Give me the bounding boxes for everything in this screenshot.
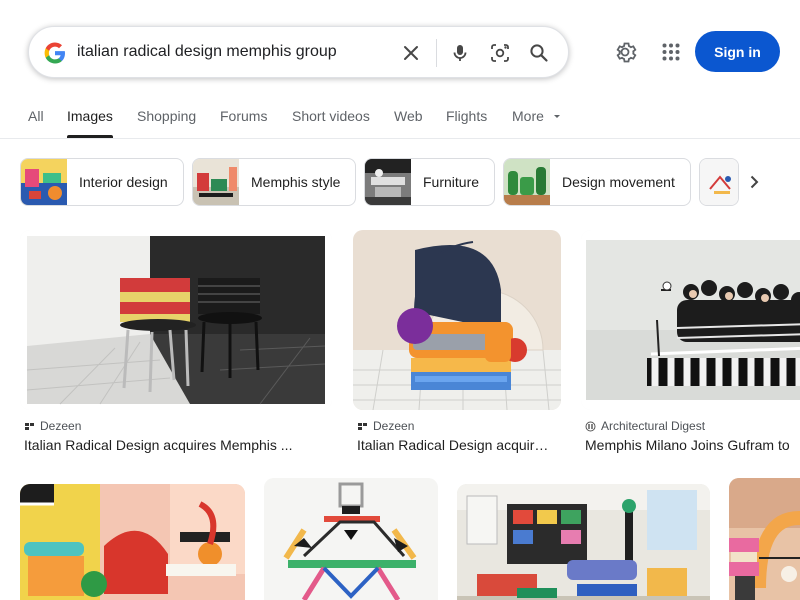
result-image-graphic (581, 230, 800, 410)
dezeen-favicon-icon (24, 420, 35, 432)
image-result[interactable]: Dezeen Italian Radical Design acquires M… (20, 230, 332, 460)
result-title[interactable]: Italian Radical Design acquir… (357, 437, 557, 453)
tab-images[interactable]: Images (67, 108, 113, 124)
sign-in-button[interactable]: Sign in (695, 31, 780, 72)
chip-label: Memphis style (251, 174, 341, 190)
chip-thumbnail (504, 159, 550, 205)
chip-design-movement[interactable]: Design movement (503, 158, 691, 206)
result-source-name: Dezeen (373, 419, 415, 433)
result-title[interactable]: Memphis Milano Joins Gufram to (585, 437, 800, 453)
lens-icon[interactable] (487, 40, 513, 66)
google-g-icon[interactable] (42, 40, 68, 66)
result-image-graphic (729, 478, 800, 600)
chip-thumbnail (193, 159, 239, 205)
tab-more-label: More (512, 108, 544, 124)
result-image-graphic (20, 230, 332, 410)
result-image[interactable] (20, 230, 332, 410)
result-image[interactable] (457, 484, 710, 600)
tab-flights[interactable]: Flights (446, 108, 487, 124)
tab-short-videos[interactable]: Short videos (292, 108, 370, 124)
tab-shopping[interactable]: Shopping (137, 108, 196, 124)
search-icon[interactable] (526, 40, 552, 66)
search-divider (436, 39, 437, 67)
image-result[interactable]: Dezeen Italian Radical Design acquir… (353, 230, 561, 460)
result-source-name: Dezeen (40, 419, 82, 433)
result-source: Architectural Digest (585, 419, 705, 433)
tab-more[interactable]: More (512, 108, 562, 124)
chevron-right-icon[interactable] (742, 170, 766, 194)
result-image[interactable] (729, 478, 800, 600)
image-result[interactable]: Architectural Digest Memphis Milano Join… (581, 230, 800, 460)
dropdown-caret-icon (553, 115, 560, 118)
chip-interior-design[interactable]: Interior design (20, 158, 184, 206)
chip-label: Furniture (423, 174, 480, 190)
tab-forums[interactable]: Forums (220, 108, 267, 124)
result-title[interactable]: Italian Radical Design acquires Memphis … (24, 437, 324, 453)
search-input[interactable]: italian radical design memphis group (77, 43, 337, 61)
clear-icon[interactable] (398, 40, 424, 66)
result-image[interactable] (264, 478, 438, 600)
dezeen-favicon-icon (357, 420, 368, 432)
chip-label: Interior design (79, 174, 168, 190)
result-image[interactable] (581, 230, 800, 410)
tab-web[interactable]: Web (394, 108, 423, 124)
result-image-graphic (457, 484, 710, 600)
mic-icon[interactable] (447, 40, 473, 66)
result-source: Dezeen (357, 419, 414, 433)
result-image[interactable] (20, 484, 245, 600)
tab-all[interactable]: All (28, 108, 44, 124)
result-source-name: Architectural Digest (601, 419, 706, 433)
chip-label: Design movement (562, 174, 675, 190)
search-box[interactable]: italian radical design memphis group (28, 26, 569, 78)
result-image-graphic (264, 478, 438, 600)
result-image-graphic (353, 230, 561, 410)
apps-grid-icon[interactable] (657, 38, 685, 66)
chip-memphis-style[interactable]: Memphis style (192, 158, 356, 206)
chip-thumbnail (365, 159, 411, 205)
result-source: Dezeen (24, 419, 81, 433)
gear-icon[interactable] (611, 38, 639, 66)
chip-thumbnail (700, 159, 738, 205)
chip-furniture[interactable]: Furniture (364, 158, 495, 206)
image-result[interactable] (264, 478, 438, 600)
result-image-graphic (20, 484, 245, 600)
ad-favicon-icon (585, 421, 596, 431)
image-result[interactable] (20, 484, 245, 600)
image-result[interactable] (457, 484, 710, 600)
search-tabs: All Images Shopping Forums Short videos … (0, 102, 800, 139)
chip-thumbnail (21, 159, 67, 205)
chip-partial[interactable] (699, 158, 739, 206)
result-image[interactable] (353, 230, 561, 410)
image-result[interactable] (729, 478, 800, 600)
active-tab-indicator (67, 135, 113, 138)
